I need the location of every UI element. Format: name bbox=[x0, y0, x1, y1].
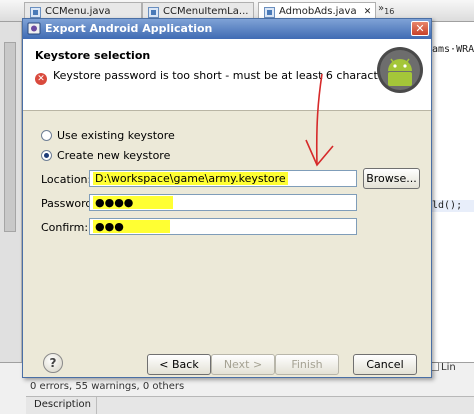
page-title: Keystore selection bbox=[35, 49, 151, 62]
editor-tab-label: CCMenu.java bbox=[45, 6, 111, 17]
java-file-icon bbox=[264, 7, 275, 18]
close-icon: ✕ bbox=[415, 22, 425, 35]
close-button[interactable]: ✕ bbox=[411, 21, 429, 36]
code-line: ld(); bbox=[432, 200, 463, 211]
confirm-label: Confirm: bbox=[41, 221, 89, 234]
java-file-icon bbox=[30, 7, 41, 18]
cancel-button[interactable]: Cancel bbox=[353, 354, 417, 375]
code-line: ams·WRAP bbox=[432, 44, 474, 55]
java-file-icon bbox=[148, 7, 159, 18]
column-divider[interactable] bbox=[96, 397, 97, 414]
create-new-keystore-radio[interactable]: Create new keystore bbox=[41, 149, 170, 162]
password-field[interactable]: ●●●● bbox=[89, 194, 357, 211]
left-panel-strip bbox=[0, 22, 22, 372]
android-logo-icon bbox=[377, 47, 423, 93]
keystore-form: Use existing keystore Create new keystor… bbox=[23, 111, 431, 351]
problems-summary: 0 errors, 55 warnings, 0 others bbox=[30, 381, 185, 392]
tab-overflow-button[interactable]: »16 bbox=[378, 3, 394, 16]
tab-overflow-count: 16 bbox=[384, 7, 395, 16]
export-dialog: Export Android Application ✕ Keystore se… bbox=[22, 18, 432, 378]
line-checkbox-label: Lin bbox=[441, 362, 456, 373]
radio-label: Create new keystore bbox=[57, 149, 171, 162]
browse-button[interactable]: Browse... bbox=[363, 168, 420, 189]
help-icon: ? bbox=[49, 356, 57, 370]
wizard-banner: Keystore selection ✕ Keystore password is… bbox=[23, 39, 431, 111]
editor-tab-label: AdmobAds.java bbox=[279, 6, 357, 17]
radio-selected-icon bbox=[41, 150, 52, 161]
radio-icon bbox=[41, 130, 52, 141]
location-label: Location: bbox=[41, 173, 92, 186]
code-editor[interactable]: ams·WRAP ld(); bbox=[430, 22, 474, 367]
use-existing-keystore-radio[interactable]: Use existing keystore bbox=[41, 129, 175, 142]
location-value: D:\workspace\game\army.keystore bbox=[93, 172, 288, 185]
wizard-button-bar: ? < Back Next > Finish Cancel bbox=[23, 349, 431, 379]
line-checkbox[interactable]: Lin bbox=[430, 362, 456, 373]
finish-button[interactable]: Finish bbox=[275, 354, 339, 375]
error-message: Keystore password is too short - must be… bbox=[53, 69, 399, 82]
close-icon[interactable]: ✕ bbox=[364, 7, 372, 17]
back-button[interactable]: < Back bbox=[147, 354, 211, 375]
editor-tab-label: CCMenuItemLa... bbox=[163, 6, 249, 17]
help-button[interactable]: ? bbox=[43, 353, 63, 373]
confirm-field[interactable]: ●●● bbox=[89, 218, 357, 235]
eclipse-app-icon bbox=[27, 22, 41, 35]
password-value: ●●●● bbox=[93, 196, 174, 209]
location-field[interactable]: D:\workspace\game\army.keystore bbox=[89, 170, 357, 187]
radio-label: Use existing keystore bbox=[57, 129, 175, 142]
error-icon: ✕ bbox=[35, 73, 47, 85]
confirm-value: ●●● bbox=[93, 220, 170, 233]
dialog-title: Export Android Application bbox=[45, 22, 213, 35]
scrollbar[interactable] bbox=[4, 42, 16, 232]
column-header-description[interactable]: Description bbox=[34, 399, 91, 410]
password-label: Password: bbox=[41, 197, 97, 210]
dialog-titlebar[interactable]: Export Android Application ✕ bbox=[23, 19, 431, 39]
next-button[interactable]: Next > bbox=[211, 354, 275, 375]
problems-table-header: Description bbox=[26, 396, 474, 414]
error-message-row: ✕ Keystore password is too short - must b… bbox=[35, 69, 398, 85]
